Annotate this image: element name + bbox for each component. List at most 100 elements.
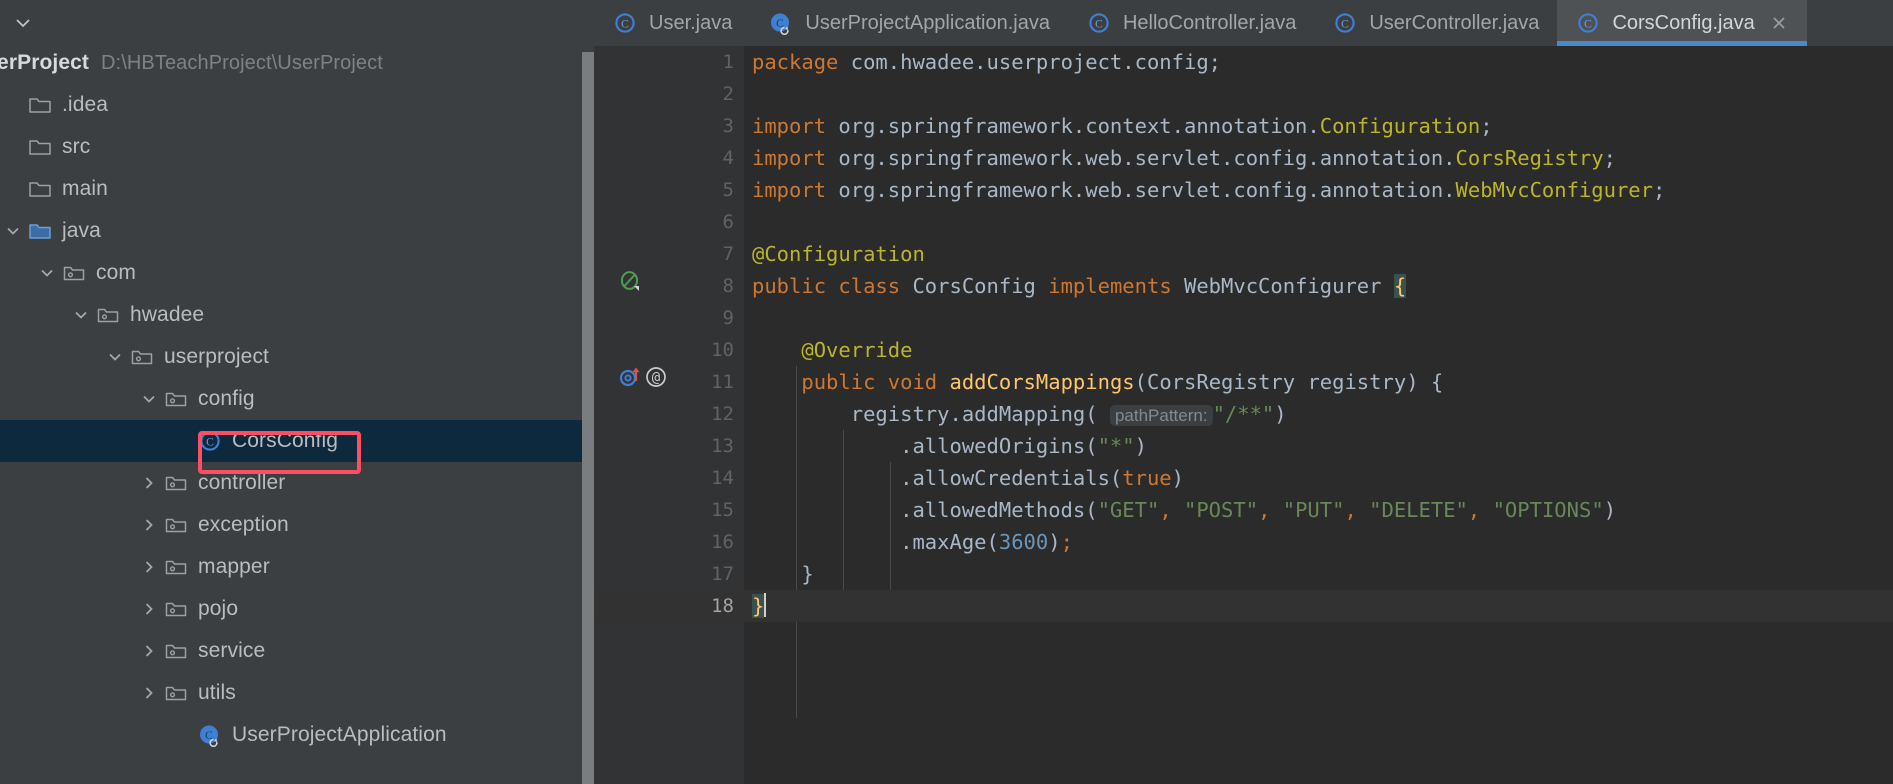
code-line-3[interactable]: import org.springframework.context.annot… — [744, 110, 1893, 142]
chevron-down-icon[interactable] — [102, 344, 128, 370]
code-editor[interactable]: 1 2 3 4 5 6 7 8 9 10 @11 12 13 14 15 16 17 18 package com… — [594, 46, 1893, 784]
line-number-5[interactable]: 5 — [594, 174, 744, 206]
chevron-right-icon[interactable] — [136, 470, 162, 496]
code-line-14[interactable]: .allowCredentials(true) — [744, 462, 1893, 494]
editor-tab-usercontroller-java[interactable]: C UserController.java — [1314, 0, 1557, 46]
code-line-9[interactable] — [744, 302, 1893, 334]
line-number-14[interactable]: 14 — [594, 462, 744, 494]
package-icon — [162, 511, 190, 539]
code-text-area[interactable]: package com.hwadee.userproject.config; i… — [744, 46, 1893, 784]
chevron-right-icon[interactable] — [136, 680, 162, 706]
line-number-11[interactable]: @11 — [594, 366, 744, 398]
tree-item-userprojectapplication[interactable]: C UserProjectApplication — [0, 714, 594, 756]
line-number-3[interactable]: 3 — [594, 110, 744, 142]
tree-item-label: mapper — [198, 555, 270, 578]
line-number-10[interactable]: 10 — [594, 334, 744, 366]
package-icon — [162, 679, 190, 707]
tree-item-label: java — [62, 219, 101, 242]
editor-tab-user-java[interactable]: C User.java — [594, 0, 750, 46]
project-tree[interactable]: UserProject D:\HBTeachProject\UserProject… — [0, 42, 594, 756]
java-class-icon: C — [196, 427, 224, 455]
line-number-16[interactable]: 16 — [594, 526, 744, 558]
tree-item-exception[interactable]: exception — [0, 504, 594, 546]
svg-text:C: C — [1095, 19, 1103, 31]
code-line-1[interactable]: package com.hwadee.userproject.config; — [744, 46, 1893, 78]
line-number-4[interactable]: 4 — [594, 142, 744, 174]
code-line-18[interactable]: } — [744, 590, 1893, 622]
tree-item-com[interactable]: com — [0, 252, 594, 294]
editor-tab-corsconfig-java[interactable]: C CorsConfig.java — [1557, 0, 1808, 46]
editor-tab-bar[interactable]: C User.java C UserProjectApplication.java C H… — [594, 0, 1893, 46]
line-number-7[interactable]: 7 — [594, 238, 744, 270]
tree-item-controller[interactable]: controller — [0, 462, 594, 504]
code-line-7[interactable]: @Configuration — [744, 238, 1893, 270]
tree-item-.idea[interactable]: .idea — [0, 84, 594, 126]
line-number-9[interactable]: 9 — [594, 302, 744, 334]
line-number-8[interactable]: 8 — [594, 270, 744, 302]
chevron-down-icon[interactable] — [136, 386, 162, 412]
tree-item-label: com — [96, 261, 136, 284]
tree-item-hwadee[interactable]: hwadee — [0, 294, 594, 336]
code-line-4[interactable]: import org.springframework.web.servlet.c… — [744, 142, 1893, 174]
code-line-10[interactable]: @Override — [744, 334, 1893, 366]
annotation-at-icon[interactable]: @ — [644, 365, 668, 399]
tree-item-pojo[interactable]: pojo — [0, 588, 594, 630]
chevron-down-icon[interactable] — [0, 218, 26, 244]
editor-tab-hellocontroller-java[interactable]: C HelloController.java — [1068, 0, 1314, 46]
line-number-6[interactable]: 6 — [594, 206, 744, 238]
sidebar-scrollbar[interactable] — [582, 52, 594, 784]
line-number-13[interactable]: 13 — [594, 430, 744, 462]
code-line-13[interactable]: .allowedOrigins("*") — [744, 430, 1893, 462]
tree-item-label: userproject — [164, 345, 269, 368]
tree-item-userproject[interactable]: userproject — [0, 336, 594, 378]
line-number-1[interactable]: 1 — [594, 46, 744, 78]
chevron-right-icon[interactable] — [136, 596, 162, 622]
line-number-15[interactable]: 15 — [594, 494, 744, 526]
line-number-text: 12 — [711, 403, 734, 425]
line-number-18[interactable]: 18 — [594, 590, 744, 622]
chevron-down-icon[interactable] — [12, 12, 34, 34]
tree-item-main[interactable]: main — [0, 168, 594, 210]
chevron-right-icon[interactable] — [136, 512, 162, 538]
editor-tab-userprojectapplication-java[interactable]: C UserProjectApplication.java — [750, 0, 1068, 46]
line-number-17[interactable]: 17 — [594, 558, 744, 590]
line-number-text: 6 — [722, 211, 734, 233]
chevron-right-icon[interactable] — [136, 638, 162, 664]
folder-icon — [26, 133, 54, 161]
tree-item-utils[interactable]: utils — [0, 672, 594, 714]
svg-text:C: C — [1342, 19, 1350, 31]
line-number-text: 1 — [722, 51, 734, 73]
tree-item-mapper[interactable]: mapper — [0, 546, 594, 588]
tree-item-label: utils — [198, 681, 236, 704]
chevron-right-icon[interactable] — [136, 554, 162, 580]
editor-gutter[interactable]: 1 2 3 4 5 6 7 8 9 10 @11 12 13 14 15 16 17 18 — [594, 46, 744, 784]
tree-item-corsconfig[interactable]: C CorsConfig — [0, 420, 594, 462]
package-icon — [162, 469, 190, 497]
code-line-11[interactable]: public void addCorsMappings(CorsRegistry… — [744, 366, 1893, 398]
code-line-5[interactable]: import org.springframework.web.servlet.c… — [744, 174, 1893, 206]
line-number-2[interactable]: 2 — [594, 78, 744, 110]
code-line-2[interactable] — [744, 78, 1893, 110]
tree-item-java[interactable]: java — [0, 210, 594, 252]
code-line-12[interactable]: registry.addMapping( pathPattern: "/**") — [744, 398, 1893, 430]
tree-row-project-root[interactable]: UserProject D:\HBTeachProject\UserProject — [0, 42, 594, 84]
package-icon — [162, 595, 190, 623]
code-line-15[interactable]: .allowedMethods("GET", "POST", "PUT", "D… — [744, 494, 1893, 526]
tree-item-src[interactable]: src — [0, 126, 594, 168]
line-number-12[interactable]: 12 — [594, 398, 744, 430]
tree-item-service[interactable]: service — [0, 630, 594, 672]
editor-tab-label: HelloController.java — [1122, 11, 1297, 34]
overriding-method-icon[interactable] — [618, 365, 642, 399]
close-icon[interactable] — [1769, 13, 1789, 33]
chevron-down-icon[interactable] — [68, 302, 94, 328]
project-toolbar — [0, 0, 594, 42]
code-line-17[interactable]: } — [744, 558, 1893, 590]
chevron-down-icon[interactable] — [34, 260, 60, 286]
code-line-8[interactable]: public class CorsConfig implements WebMv… — [744, 270, 1893, 302]
tree-item-config[interactable]: config — [0, 378, 594, 420]
java-class-icon: C — [1575, 10, 1601, 36]
line-number-text: 5 — [722, 179, 734, 201]
code-line-6[interactable] — [744, 206, 1893, 238]
code-line-16[interactable]: .maxAge(3600); — [744, 526, 1893, 558]
spring-bean-icon[interactable] — [618, 269, 642, 303]
